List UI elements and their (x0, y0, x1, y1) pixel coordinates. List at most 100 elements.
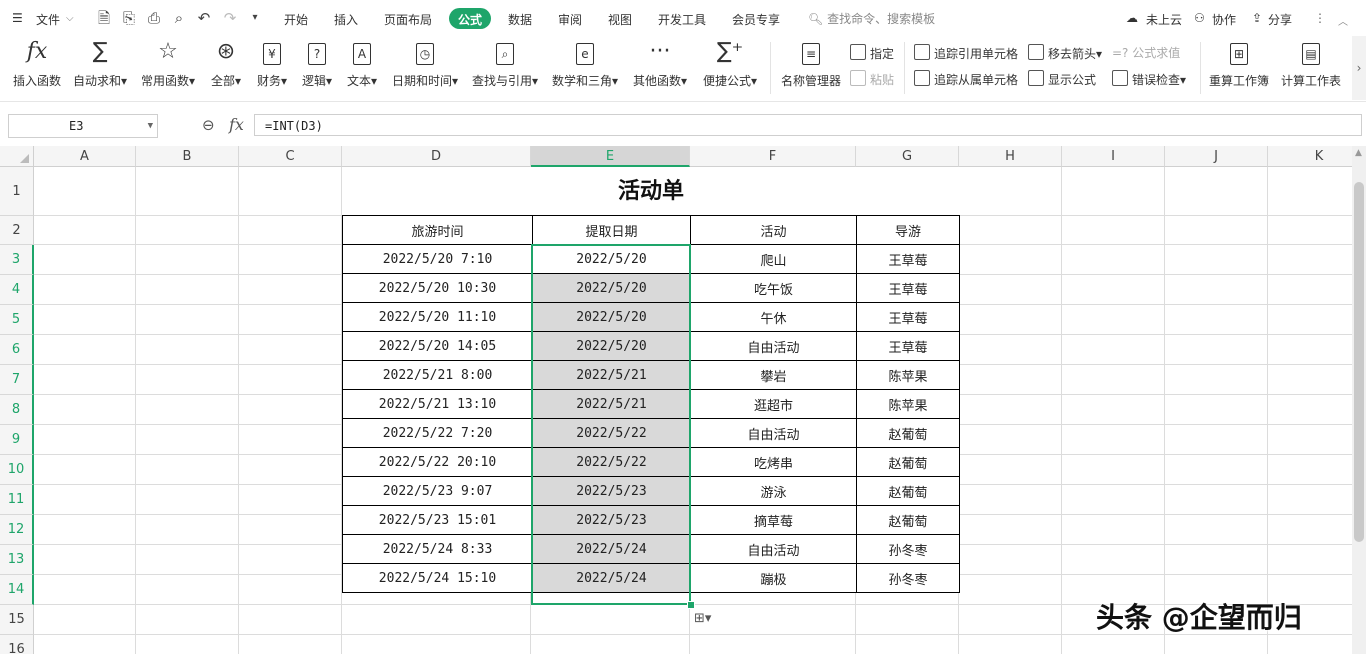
logic-functions-button[interactable]: ? 逻辑▾ (297, 38, 337, 89)
table-cell[interactable]: 游泳 (690, 476, 857, 506)
text-functions-button[interactable]: A 文本▾ (342, 38, 382, 89)
row-header-10[interactable]: 10 (0, 455, 34, 485)
table-cell[interactable]: 午休 (690, 302, 857, 332)
undo-icon[interactable]: ↶ (194, 8, 214, 28)
table-cell[interactable]: 孙冬枣 (856, 563, 960, 593)
table-cell[interactable]: 2022/5/20 (532, 244, 691, 274)
table-cell[interactable]: 赵葡萄 (856, 418, 960, 448)
row-header-5[interactable]: 5 (0, 305, 34, 335)
table-cell[interactable]: 2022/5/24 15:10 (342, 563, 533, 593)
name-manager-button[interactable]: ≡ 名称管理器 (778, 38, 844, 89)
table-cell[interactable]: 2022/5/24 8:33 (342, 534, 533, 564)
column-header-h[interactable]: H (959, 146, 1062, 167)
tab-developer[interactable]: 开发工具 (658, 11, 706, 28)
table-cell[interactable]: 2022/5/22 (532, 447, 691, 477)
share-button[interactable]: 分享 (1268, 11, 1292, 28)
table-cell[interactable]: 2022/5/22 (532, 418, 691, 448)
spreadsheet-grid[interactable]: ABCDEFGHIJK 1 2 3 4 5 6 7 8 9 10 11 12 13 14 15 16 活动单 … (0, 146, 1352, 654)
formula-eval-button[interactable]: =? 公式求值 (1112, 44, 1180, 61)
table-cell[interactable]: 2022/5/21 (532, 389, 691, 419)
table-header-cell[interactable]: 提取日期 (532, 215, 691, 245)
row-header-13[interactable]: 13 (0, 545, 34, 575)
column-header-e[interactable]: E (531, 146, 690, 167)
row-header-9[interactable]: 9 (0, 425, 34, 455)
show-formulas-button[interactable]: 显示公式 (1028, 70, 1096, 88)
row-header-2[interactable]: 2 (0, 216, 34, 245)
table-cell[interactable]: 2022/5/20 (532, 331, 691, 361)
row-header-7[interactable]: 7 (0, 365, 34, 395)
row-header-8[interactable]: 8 (0, 395, 34, 425)
remove-arrows-button[interactable]: 移去箭头▾ (1028, 44, 1102, 62)
row-header-3[interactable]: 3 (0, 245, 34, 275)
table-cell[interactable]: 王草莓 (856, 273, 960, 303)
table-cell[interactable]: 攀岩 (690, 360, 857, 390)
table-cell[interactable]: 逛超市 (690, 389, 857, 419)
zoom-icon[interactable]: ⊖ (202, 116, 215, 134)
ribbon-scroll-right-icon[interactable]: › (1352, 36, 1366, 100)
table-cell[interactable]: 自由活动 (690, 534, 857, 564)
column-header-b[interactable]: B (136, 146, 239, 167)
recalc-workbook-button[interactable]: ⊞ 重算工作簿 (1206, 38, 1272, 89)
vertical-scrollbar[interactable]: ▲ (1352, 146, 1366, 654)
hamburger-icon[interactable]: ☰ (12, 11, 23, 25)
lookup-functions-button[interactable]: ⌕ 查找与引用▾ (468, 38, 542, 89)
sheet-title[interactable]: 活动单 (343, 167, 959, 216)
table-cell[interactable]: 王草莓 (856, 244, 960, 274)
column-header-f[interactable]: F (690, 146, 856, 167)
redo-icon[interactable]: ↷ (220, 8, 240, 28)
table-cell[interactable]: 2022/5/23 (532, 505, 691, 535)
print-icon[interactable]: ⎙ (144, 8, 164, 28)
table-header-cell[interactable]: 活动 (690, 215, 857, 245)
scroll-thumb[interactable] (1354, 182, 1364, 542)
table-cell[interactable]: 王草莓 (856, 331, 960, 361)
table-cell[interactable]: 2022/5/21 8:00 (342, 360, 533, 390)
table-cell[interactable]: 2022/5/23 15:01 (342, 505, 533, 535)
table-cell[interactable]: 赵葡萄 (856, 447, 960, 477)
calc-sheet-button[interactable]: ▤ 计算工作表 (1278, 38, 1344, 89)
row-header-1[interactable]: 1 (0, 167, 34, 216)
file-menu[interactable]: 文件 (36, 11, 60, 28)
table-cell[interactable]: 自由活动 (690, 418, 857, 448)
table-cell[interactable]: 孙冬枣 (856, 534, 960, 564)
table-cell[interactable]: 吃午饭 (690, 273, 857, 303)
table-cell[interactable]: 2022/5/21 (532, 360, 691, 390)
row-header-6[interactable]: 6 (0, 335, 34, 365)
trace-precedents-button[interactable]: 追踪引用单元格 (914, 44, 1018, 62)
table-cell[interactable]: 2022/5/24 (532, 534, 691, 564)
column-header-j[interactable]: J (1165, 146, 1268, 167)
table-cell[interactable]: 吃烤串 (690, 447, 857, 477)
finance-functions-button[interactable]: ¥ 财务▾ (252, 38, 292, 89)
quick-formula-button[interactable]: ∑⁺ 便捷公式▾ (698, 38, 762, 89)
column-header-a[interactable]: A (34, 146, 136, 167)
save-icon[interactable]: 🗎 (94, 8, 114, 28)
column-header-c[interactable]: C (239, 146, 342, 167)
define-name-button[interactable]: 指定 (850, 44, 894, 62)
table-cell[interactable]: 王草莓 (856, 302, 960, 332)
other-functions-button[interactable]: ··· 其他函数▾ (628, 38, 692, 89)
table-cell[interactable]: 2022/5/22 7:20 (342, 418, 533, 448)
table-cell[interactable]: 陈苹果 (856, 389, 960, 419)
tab-home[interactable]: 开始 (284, 11, 308, 28)
math-functions-button[interactable]: e 数学和三角▾ (548, 38, 622, 89)
name-box[interactable]: E3 ▼ (8, 114, 158, 138)
column-header-i[interactable]: I (1062, 146, 1165, 167)
print-preview-icon[interactable]: ⌕ (169, 8, 189, 28)
datetime-functions-button[interactable]: ◷ 日期和时间▾ (388, 38, 462, 89)
tab-data[interactable]: 数据 (508, 11, 532, 28)
row-header-12[interactable]: 12 (0, 515, 34, 545)
column-header-d[interactable]: D (342, 146, 531, 167)
collapse-ribbon-icon[interactable]: ︿ (1338, 13, 1348, 28)
fill-handle[interactable] (687, 601, 695, 609)
search-box[interactable]: 🔍︎ 查找命令、搜索模板 (808, 10, 935, 27)
row-header-11[interactable]: 11 (0, 485, 34, 515)
table-cell[interactable]: 自由活动 (690, 331, 857, 361)
column-header-k[interactable]: K (1268, 146, 1352, 167)
table-cell[interactable]: 2022/5/20 14:05 (342, 331, 533, 361)
trace-dependents-button[interactable]: 追踪从属单元格 (914, 70, 1018, 88)
table-cell[interactable]: 蹦极 (690, 563, 857, 593)
row-header-15[interactable]: 15 (0, 605, 34, 635)
table-cell[interactable]: 2022/5/20 11:10 (342, 302, 533, 332)
table-cell[interactable]: 赵葡萄 (856, 505, 960, 535)
collab-button[interactable]: 协作 (1212, 11, 1236, 28)
formula-input[interactable]: =INT(D3) (254, 114, 1362, 136)
